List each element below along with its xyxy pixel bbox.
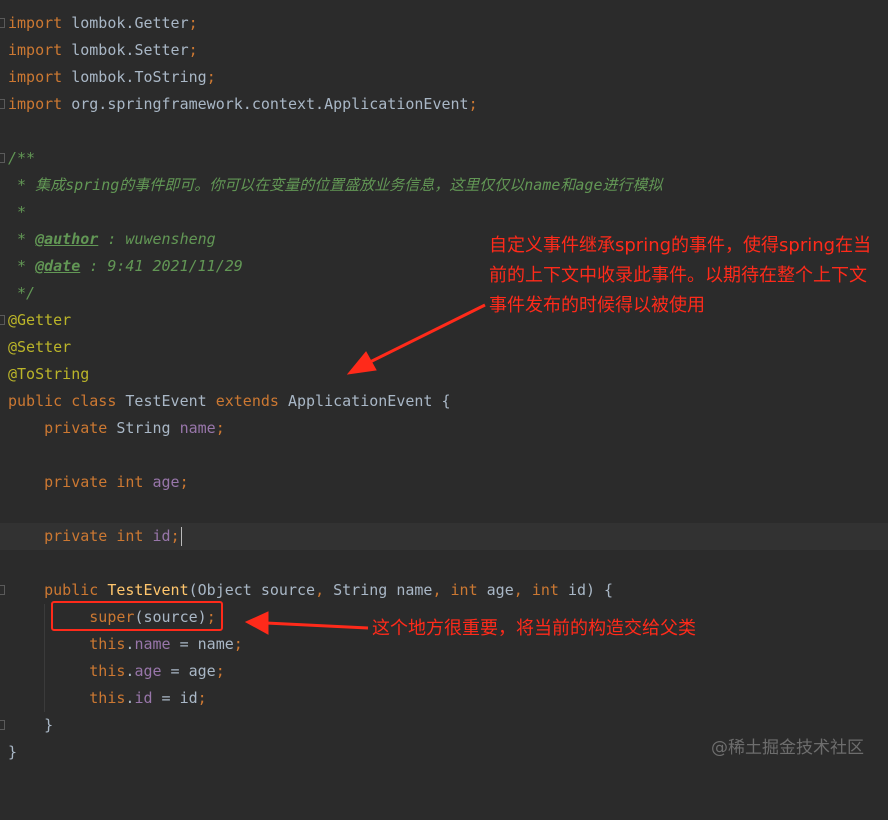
doc-comment: /** — [8, 149, 36, 167]
keyword: this — [89, 635, 126, 653]
type-name: int — [450, 581, 478, 599]
code-line: import lombok.ToString; — [0, 64, 888, 91]
keyword: private — [44, 419, 108, 437]
class-name: Setter — [134, 41, 189, 59]
doc-comment: * — [8, 230, 36, 248]
code-line: * 集成spring的事件即可。你可以在变量的位置盛放业务信息，这里仅仅以nam… — [0, 172, 888, 199]
current-code-line[interactable]: private int id; — [0, 523, 888, 550]
doc-comment: : 9:41 2021/11/29 — [80, 257, 243, 275]
fold-marker-icon[interactable] — [0, 153, 5, 163]
code-line: this.age = age; — [89, 662, 225, 680]
doc-comment: * 集成spring的事件即可。你可以在变量的位置盛放业务信息，这里仅仅以nam… — [8, 176, 663, 194]
code-line: public class TestEvent extends Applicati… — [0, 388, 888, 415]
semicolon: ; — [206, 68, 216, 86]
annotation-note: 这个地方很重要，将当前的构造交给父类 — [372, 618, 696, 639]
method-name: TestEvent — [107, 581, 189, 599]
class-name: ApplicationEvent — [324, 95, 469, 113]
semicolon: ; — [197, 689, 207, 707]
keyword: public — [8, 392, 63, 410]
keyword: import — [8, 41, 63, 59]
keyword: this — [89, 662, 126, 680]
semicolon: ; — [233, 635, 243, 653]
semicolon: ; — [188, 41, 198, 59]
keyword: class — [71, 392, 117, 410]
keyword: import — [8, 14, 63, 32]
code-line: /** — [0, 145, 888, 172]
keyword: this — [89, 689, 126, 707]
code-line: private String name; — [0, 415, 888, 442]
class-name: TestEvent — [125, 392, 207, 410]
field-name: id — [152, 527, 171, 545]
doc-comment: : wuwensheng — [98, 230, 216, 248]
field-name: name — [179, 419, 216, 437]
watermark: @稀土掘金技术社区 — [711, 738, 864, 758]
param-name: id — [567, 581, 586, 599]
annotation: @ToString — [8, 365, 90, 383]
code-line: @ToString — [0, 361, 888, 388]
code-line: public TestEvent(Object source, String n… — [0, 577, 888, 604]
code-line: import org.springframework.context.Appli… — [0, 91, 888, 118]
field-name: id — [134, 689, 153, 707]
keyword: private — [44, 527, 108, 545]
keyword: private — [44, 473, 108, 491]
type-name: Object — [197, 581, 252, 599]
fold-marker-icon[interactable] — [0, 315, 5, 325]
semicolon: ; — [215, 419, 225, 437]
fold-marker-icon[interactable] — [0, 720, 5, 730]
field-name: name — [134, 635, 171, 653]
brace: } — [8, 743, 18, 761]
semicolon: ; — [215, 662, 225, 680]
param-name: age — [486, 581, 514, 599]
field-name: age — [134, 662, 162, 680]
doc-tag: @date — [35, 257, 81, 275]
type-name: int — [116, 527, 144, 545]
code-line: import lombok.Getter; — [0, 10, 888, 37]
type-name: String — [333, 581, 388, 599]
type-name: int — [116, 473, 144, 491]
package-name: lombok. — [71, 14, 135, 32]
assignment: = id — [152, 689, 198, 707]
package-name: org.springframework.context. — [71, 95, 325, 113]
code-line: this.id = id; — [89, 689, 207, 707]
doc-comment: * — [8, 203, 27, 221]
highlight-box — [51, 601, 223, 631]
doc-comment: * — [8, 257, 36, 275]
param-name: source — [260, 581, 316, 599]
text-cursor — [180, 527, 182, 546]
annotation: @Setter — [8, 338, 72, 356]
indent-guide — [44, 604, 45, 712]
class-name: ToString — [134, 68, 207, 86]
fold-marker-icon[interactable] — [0, 18, 5, 28]
brace: { — [441, 392, 451, 410]
assignment: = age — [161, 662, 216, 680]
assignment: = name — [170, 635, 234, 653]
code-line: @Setter — [0, 334, 888, 361]
code-line: import lombok.Setter; — [0, 37, 888, 64]
annotation-note: 自定义事件继承spring的事件，使得spring在当前的上下文中收录此事件。以… — [489, 235, 872, 316]
semicolon: ; — [170, 527, 180, 545]
code-line: * — [0, 199, 888, 226]
doc-tag: @author — [35, 230, 99, 248]
keyword: import — [8, 68, 63, 86]
keyword: public — [44, 581, 99, 599]
semicolon: ; — [188, 14, 198, 32]
brace: } — [44, 716, 54, 734]
class-name: Getter — [134, 14, 189, 32]
package-name: lombok. — [71, 41, 135, 59]
annotation: @Getter — [8, 311, 72, 329]
keyword: import — [8, 95, 63, 113]
code-line: private int age; — [0, 469, 888, 496]
class-name: ApplicationEvent — [287, 392, 433, 410]
doc-comment: */ — [8, 284, 36, 302]
fold-marker-icon[interactable] — [0, 99, 5, 109]
package-name: lombok. — [71, 68, 135, 86]
type-name: String — [116, 419, 171, 437]
field-name: age — [152, 473, 180, 491]
type-name: int — [531, 581, 559, 599]
semicolon: ; — [468, 95, 478, 113]
keyword: extends — [215, 392, 279, 410]
fold-marker-icon[interactable] — [0, 585, 5, 595]
semicolon: ; — [179, 473, 189, 491]
param-name: name — [396, 581, 433, 599]
